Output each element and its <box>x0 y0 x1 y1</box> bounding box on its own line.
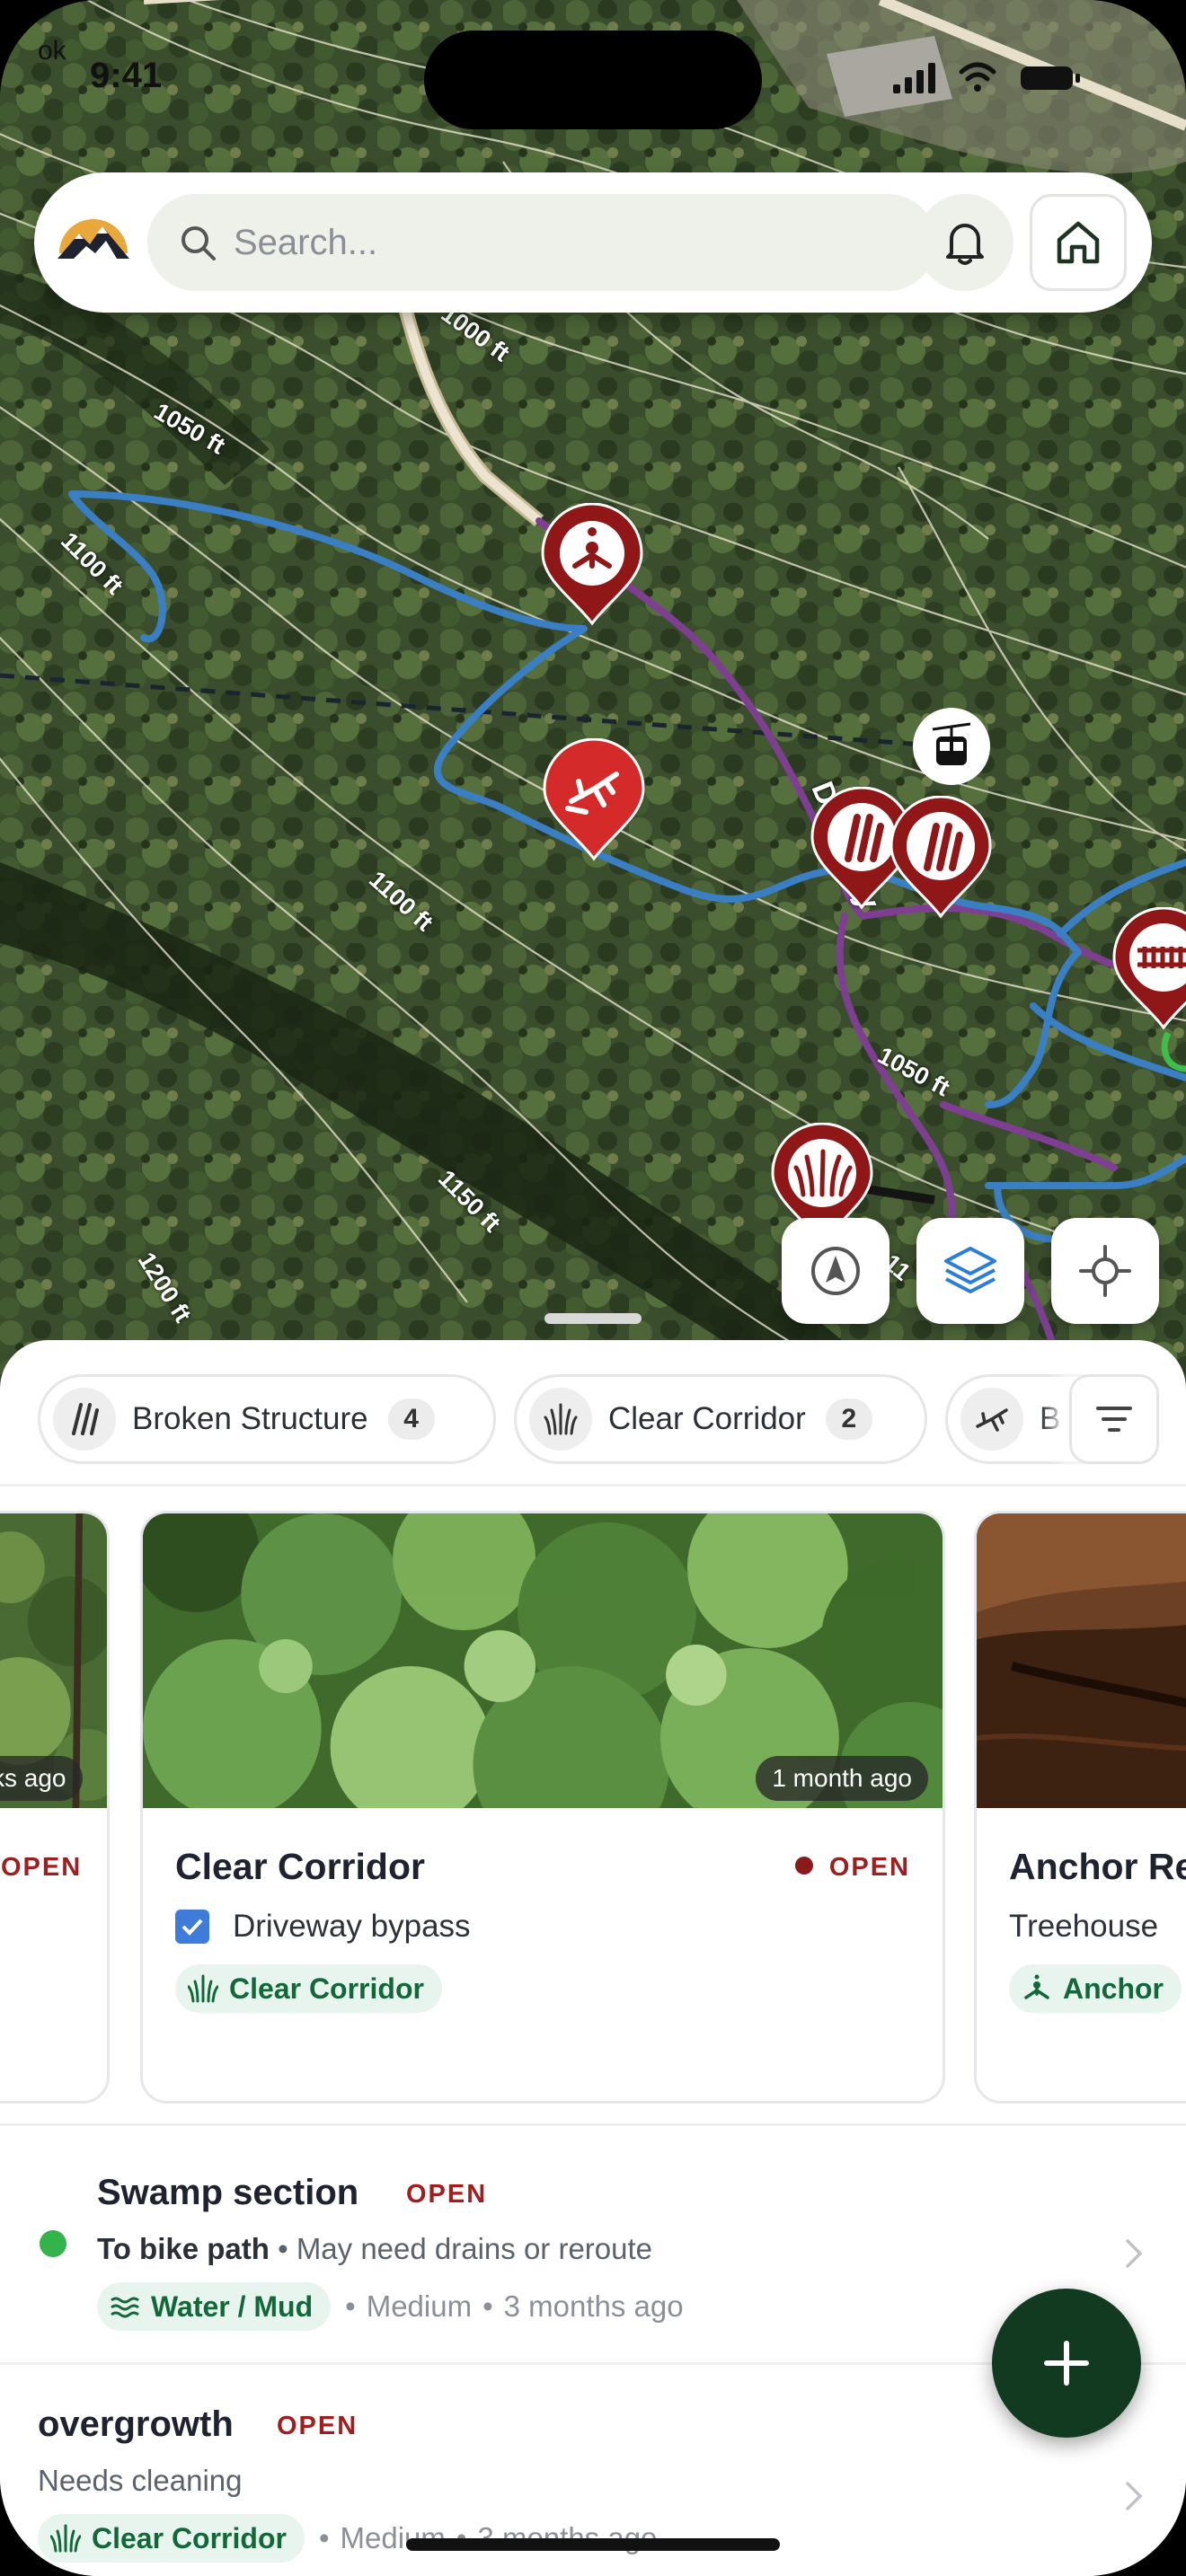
status-badge: OPEN <box>406 2180 488 2209</box>
chip-count: 2 <box>825 1398 872 1440</box>
wifi-icon <box>959 62 996 92</box>
time-ago-badge: ks ago <box>0 1756 83 1801</box>
card-location: Treehouse <box>1009 1909 1159 1944</box>
home-button[interactable] <box>1030 194 1127 291</box>
issue-pin-fallen-tree[interactable] <box>541 737 647 862</box>
compass-icon <box>811 1247 860 1295</box>
search-field[interactable] <box>147 194 936 291</box>
category-tag: Water / Mud <box>97 2282 332 2331</box>
category-tag: Anchor <box>1009 1964 1182 2013</box>
notifications-button[interactable] <box>916 194 1013 291</box>
list-item-title: Swamp section <box>97 2173 359 2212</box>
card-location: Driveway bypass <box>175 1909 471 1945</box>
fallen-tree-pin-icon <box>543 737 645 861</box>
cellular-signal-icon <box>893 63 935 93</box>
list-item-meta: Water / Mud • Medium • 3 months ago <box>97 2282 684 2331</box>
gondola-marker[interactable] <box>913 708 990 785</box>
add-issue-button[interactable] <box>992 2289 1141 2438</box>
issue-pin-broken-structure[interactable] <box>888 795 994 920</box>
broken-structure-icon <box>53 1388 116 1451</box>
chip-count: 4 <box>387 1398 435 1440</box>
card-title: Clear Corridor <box>175 1846 425 1887</box>
new-indicator-dot <box>40 2230 66 2257</box>
battery-icon <box>1021 66 1080 90</box>
issue-card-anchor[interactable]: Anchor Re Treehouse Anchor <box>974 1511 1186 2104</box>
list-item-description: Needs cleaning <box>38 2464 243 2497</box>
status-badge: OPEN <box>794 1853 910 1883</box>
chip-label: Broken Structure <box>132 1401 368 1436</box>
back-app-label[interactable]: ok <box>38 36 66 66</box>
issue-photo <box>977 1513 1186 1808</box>
list-item-title: overgrowth <box>38 2404 234 2444</box>
chip-label: B <box>1040 1401 1061 1436</box>
boardwalk-pin-icon <box>1112 906 1186 1030</box>
issue-pin-anchor[interactable] <box>539 502 645 627</box>
divider <box>0 1484 1186 1486</box>
issue-pin-boardwalk[interactable] <box>1111 906 1186 1031</box>
status-icons <box>893 62 1080 93</box>
list-item-description: To bike path • May need drains or rerout… <box>97 2232 653 2265</box>
layers-button[interactable] <box>916 1218 1024 1324</box>
anchor-icon <box>1024 1974 1049 1999</box>
plus-icon <box>1044 2341 1089 2386</box>
search-icon <box>181 226 216 260</box>
top-search-bar <box>34 172 1152 313</box>
card-title: Anchor Re <box>1009 1846 1186 1887</box>
broken-structure-pin-icon <box>890 795 992 919</box>
category-tag: Clear Corridor <box>175 1964 442 2013</box>
map-view[interactable]: 1000 ft 1050 ft 1100 ft 1100 ft 1050 ft … <box>0 0 1186 1374</box>
home-indicator[interactable] <box>406 2538 780 2551</box>
home-icon <box>1057 221 1100 264</box>
status-badge: OPEN <box>277 2412 358 2440</box>
age: 3 months ago <box>503 2289 684 2323</box>
issue-card-clear-corridor[interactable]: 1 month ago Clear Corridor OPEN Driveway… <box>140 1511 945 2104</box>
chevron-right-icon <box>1126 2482 1143 2510</box>
gondola-icon <box>932 722 971 765</box>
issue-card[interactable]: ks ago OPEN <box>0 1511 110 2104</box>
layers-icon <box>944 1247 996 1293</box>
filter-button[interactable] <box>1069 1374 1159 1464</box>
filter-icon <box>1096 1407 1132 1432</box>
category-chip-broken-structure[interactable]: Broken Structure 4 <box>38 1374 496 1464</box>
status-time: 9:41 <box>90 56 163 95</box>
bell-icon <box>946 224 984 265</box>
fallen-tree-icon <box>960 1388 1023 1451</box>
checkbox-icon <box>175 1910 209 1944</box>
dynamic-island <box>424 31 762 129</box>
clear-corridor-icon <box>188 1974 218 2003</box>
locate-me-button[interactable] <box>1051 1218 1159 1324</box>
time-ago-badge: 1 month ago <box>756 1756 928 1801</box>
chip-label: Clear Corridor <box>608 1401 806 1436</box>
phone-screen: 1000 ft 1050 ft 1100 ft 1100 ft 1050 ft … <box>0 0 1186 2576</box>
status-dot <box>794 1857 813 1875</box>
chevron-right-icon <box>1126 2239 1143 2268</box>
clear-corridor-icon <box>529 1388 592 1451</box>
severity: Medium <box>366 2289 473 2323</box>
crosshair-icon <box>1079 1245 1131 1297</box>
status-badge: OPEN <box>1 1853 83 1882</box>
water-mud-icon <box>111 2297 139 2318</box>
app-logo-icon[interactable] <box>54 207 133 278</box>
sheet-grabber[interactable] <box>544 1313 642 1324</box>
category-tag: Clear Corridor <box>38 2514 305 2563</box>
anchor-pin-icon <box>541 502 643 626</box>
clear-corridor-icon <box>50 2524 81 2553</box>
search-input[interactable] <box>234 216 898 269</box>
compass-button[interactable] <box>782 1218 890 1324</box>
category-chip-clear-corridor[interactable]: Clear Corridor 2 <box>514 1374 927 1464</box>
